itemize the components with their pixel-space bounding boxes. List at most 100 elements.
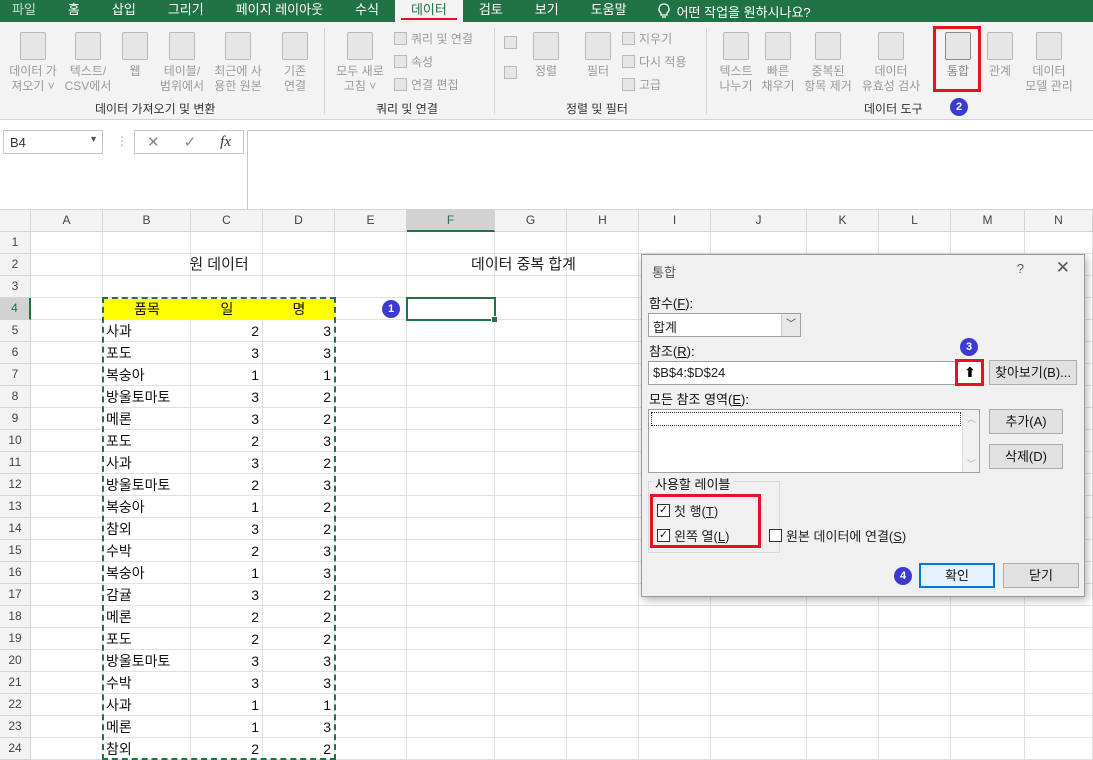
browse-button[interactable]: 찾아보기(B)... — [989, 360, 1077, 385]
column-header-e[interactable]: E — [335, 210, 407, 232]
column-header-a[interactable]: A — [31, 210, 103, 232]
sort-ascending-button[interactable] — [504, 36, 517, 49]
chevron-down-icon[interactable]: ▼ — [89, 134, 98, 144]
row-header-21[interactable]: 21 — [0, 672, 31, 694]
flash-fill-button[interactable]: 빠른 채우기 — [758, 32, 798, 94]
tab-data[interactable]: 데이터 — [394, 0, 463, 22]
name-box[interactable]: B4 ▼ — [3, 130, 103, 154]
column-header-k[interactable]: K — [807, 210, 879, 232]
chevron-down-icon[interactable]: ﹀ — [781, 314, 800, 336]
column-header-l[interactable]: L — [879, 210, 951, 232]
ok-button[interactable]: 확인 — [919, 563, 995, 588]
scroll-up-icon[interactable]: ︿ — [967, 412, 976, 425]
recent-sources-button[interactable]: 최근에 사 용한 원본 — [210, 32, 266, 94]
from-web-button[interactable]: 웹 — [118, 32, 152, 79]
row-header-3[interactable]: 3 — [0, 276, 31, 298]
from-text-csv-button[interactable]: 텍스트/ CSV에서 — [62, 32, 114, 94]
formula-input[interactable] — [247, 130, 1093, 210]
tab-help[interactable]: 도움말 — [575, 0, 643, 22]
function-select[interactable]: 합계 ﹀ — [648, 313, 801, 337]
relationships-button[interactable]: 관계 — [982, 32, 1018, 79]
tab-formulas[interactable]: 수식 — [339, 0, 395, 22]
reference-input[interactable]: $B$4:$D$24 — [648, 361, 983, 385]
row-header-4[interactable]: 4 — [0, 298, 31, 320]
tab-review[interactable]: 검토 — [463, 0, 519, 22]
row-header-5[interactable]: 5 — [0, 320, 31, 342]
from-table-button[interactable]: 테이블/ 범위에서 — [156, 32, 208, 94]
row-header-10[interactable]: 10 — [0, 430, 31, 452]
column-header-h[interactable]: H — [567, 210, 639, 232]
column-header-j[interactable]: J — [711, 210, 807, 232]
remove-duplicates-button[interactable]: 중복된 항목 제거 — [800, 32, 856, 94]
row-header-15[interactable]: 15 — [0, 540, 31, 562]
advanced-button[interactable]: 고급 — [622, 76, 661, 93]
help-icon[interactable]: ? — [1017, 261, 1024, 276]
get-data-button[interactable]: 데이터 가 져오기 ˅ — [4, 32, 62, 94]
manage-data-model-button[interactable]: 데이터 모델 관리 — [1020, 32, 1078, 94]
row-header-14[interactable]: 14 — [0, 518, 31, 540]
row-header-2[interactable]: 2 — [0, 254, 31, 276]
manage-data-model-label: 데이터 모델 관리 — [1025, 64, 1073, 93]
column-header-c[interactable]: C — [191, 210, 263, 232]
data-model-icon — [1036, 32, 1062, 60]
edit-links-button[interactable]: 연결 편집 — [394, 76, 459, 93]
row-header-9[interactable]: 9 — [0, 408, 31, 430]
text-to-columns-button[interactable]: 텍스트 나누기 — [712, 32, 760, 94]
cancel-icon[interactable]: ✕ — [147, 133, 160, 151]
filter-button[interactable]: 필터 — [580, 32, 616, 79]
all-references-list[interactable]: ︿ ﹀ — [648, 409, 980, 473]
list-scrollbar[interactable]: ︿ ﹀ — [962, 410, 979, 472]
row-header-7[interactable]: 7 — [0, 364, 31, 386]
column-header-b[interactable]: B — [103, 210, 191, 232]
web-icon — [122, 32, 148, 60]
reapply-label: 다시 적용 — [639, 55, 687, 69]
refresh-all-button[interactable]: 모두 새로 고침 ˅ — [332, 32, 388, 94]
column-header-g[interactable]: G — [495, 210, 567, 232]
row-header-1[interactable]: 1 — [0, 232, 31, 254]
row-header-11[interactable]: 11 — [0, 452, 31, 474]
row-header-8[interactable]: 8 — [0, 386, 31, 408]
column-header-d[interactable]: D — [263, 210, 335, 232]
row-header-19[interactable]: 19 — [0, 628, 31, 650]
row-header-18[interactable]: 18 — [0, 606, 31, 628]
add-button[interactable]: 추가(A) — [989, 409, 1063, 434]
row-header-17[interactable]: 17 — [0, 584, 31, 606]
sort-button[interactable]: 정렬 — [528, 32, 564, 79]
data-validation-button[interactable]: 데이터 유효성 검사 — [858, 32, 924, 94]
tab-file[interactable]: 파일 — [0, 0, 52, 22]
tab-insert[interactable]: 삽입 — [96, 0, 152, 22]
close-button[interactable]: 닫기 — [1003, 563, 1079, 588]
row-header-6[interactable]: 6 — [0, 342, 31, 364]
drag-handle-icon[interactable]: ⋮ — [116, 134, 128, 148]
column-header-m[interactable]: M — [951, 210, 1025, 232]
column-header-i[interactable]: I — [639, 210, 711, 232]
tab-draw[interactable]: 그리기 — [152, 0, 220, 22]
select-all-corner[interactable] — [0, 210, 31, 232]
sort-descending-button[interactable] — [504, 66, 517, 79]
row-header-24[interactable]: 24 — [0, 738, 31, 760]
row-header-13[interactable]: 13 — [0, 496, 31, 518]
tab-home[interactable]: 홈 — [52, 0, 96, 22]
column-header-f[interactable]: F — [407, 210, 495, 232]
link-source-checkbox[interactable]: 원본 데이터에 연결(S) — [769, 526, 906, 545]
row-header-22[interactable]: 22 — [0, 694, 31, 716]
row-header-20[interactable]: 20 — [0, 650, 31, 672]
queries-connections-button[interactable]: 쿼리 및 연결 — [394, 30, 473, 47]
existing-connections-button[interactable]: 기존 연결 — [272, 32, 318, 94]
column-header-n[interactable]: N — [1025, 210, 1093, 232]
reapply-button[interactable]: 다시 적용 — [622, 53, 687, 70]
close-icon[interactable]: ✕ — [1056, 258, 1070, 278]
row-header-12[interactable]: 12 — [0, 474, 31, 496]
row-header-16[interactable]: 16 — [0, 562, 31, 584]
tab-view[interactable]: 보기 — [519, 0, 575, 22]
properties-button[interactable]: 속성 — [394, 53, 433, 70]
insert-function-icon[interactable]: fx — [220, 134, 231, 151]
row-header-23[interactable]: 23 — [0, 716, 31, 738]
tab-page-layout[interactable]: 페이지 레이아웃 — [220, 0, 339, 22]
active-cell-f4[interactable] — [406, 297, 498, 323]
enter-icon[interactable]: ✓ — [184, 133, 197, 151]
tell-me-box[interactable]: 어떤 작업을 원하시나요? — [643, 2, 811, 21]
scroll-down-icon[interactable]: ﹀ — [967, 457, 976, 470]
delete-button[interactable]: 삭제(D) — [989, 444, 1063, 469]
clear-button[interactable]: 지우기 — [622, 30, 672, 47]
